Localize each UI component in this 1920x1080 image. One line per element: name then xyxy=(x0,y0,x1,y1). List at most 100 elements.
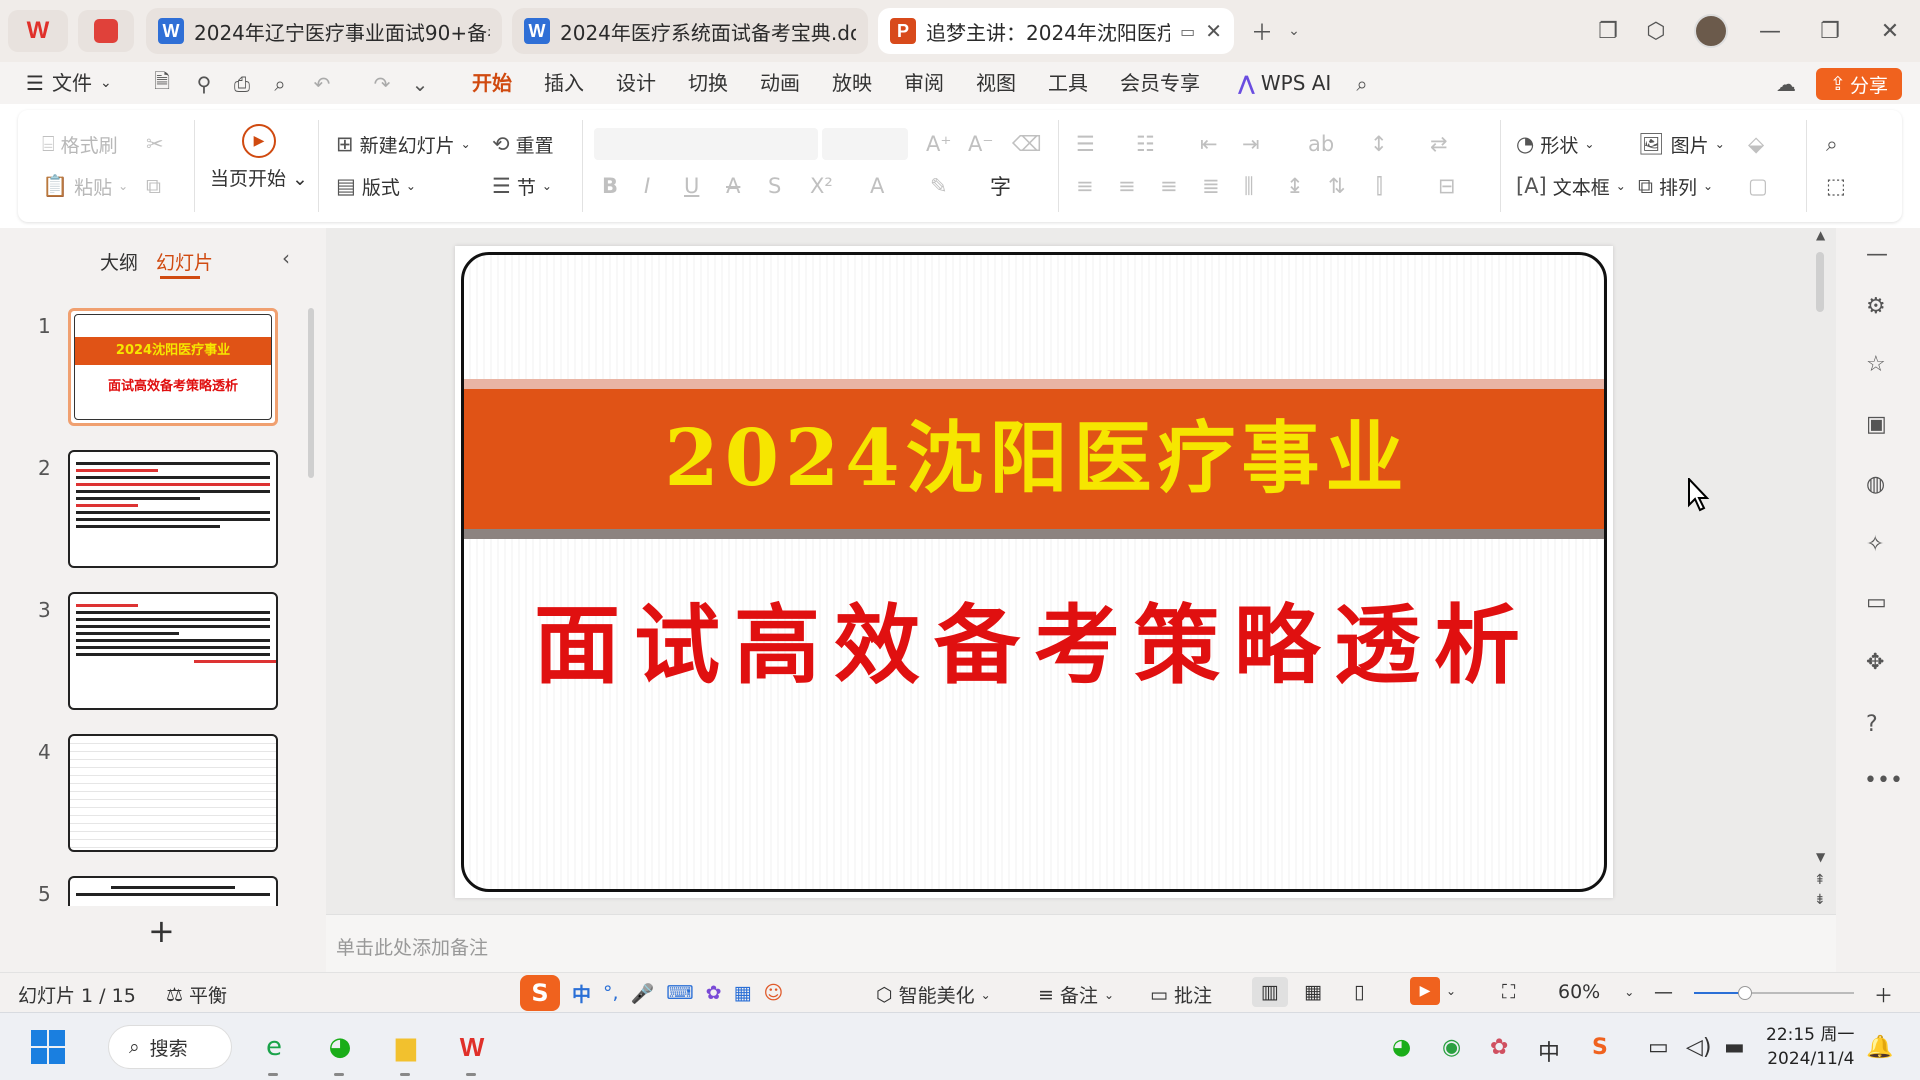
undo-icon[interactable]: ↶ xyxy=(308,70,336,98)
normal-view-icon[interactable]: ▥ xyxy=(1252,977,1288,1007)
save-icon[interactable]: 🗎 xyxy=(148,69,176,98)
zoom-in-icon[interactable]: ＋ xyxy=(1874,981,1893,1008)
text-box-align-icon[interactable]: ⊟ xyxy=(1438,170,1456,202)
close-window-icon[interactable]: ✕ xyxy=(1872,14,1908,48)
book-icon[interactable]: ▭ xyxy=(1866,590,1887,615)
menu-view[interactable]: 视图 xyxy=(976,68,1016,98)
find-icon[interactable]: ⌕ xyxy=(1826,128,1838,160)
next-slide-icon[interactable]: ⇟ xyxy=(1814,892,1826,908)
play-from-current-button[interactable]: ▶ 当页开始 ⌄ xyxy=(204,124,314,208)
network-icon[interactable]: ▭ xyxy=(1648,1035,1669,1060)
menu-slideshow[interactable]: 放映 xyxy=(832,68,872,98)
tab-list-chevron-icon[interactable]: ⌄ xyxy=(1276,14,1312,48)
justify-icon[interactable]: ≣ xyxy=(1202,170,1220,202)
puzzle-icon[interactable]: ✥ xyxy=(1866,650,1884,675)
menu-insert[interactable]: 插入 xyxy=(544,68,584,98)
slide-title[interactable]: 2024沈阳医疗事业 xyxy=(464,389,1604,529)
tab-outline[interactable]: 大纲 xyxy=(100,248,138,275)
wps-ai-menu[interactable]: ⋀ WPS AI xyxy=(1238,68,1331,98)
reading-view-icon[interactable]: ▯ xyxy=(1354,981,1364,1003)
wps-logo-icon[interactable]: W xyxy=(8,10,68,52)
tab-slides[interactable]: 幻灯片 xyxy=(156,248,213,275)
new-tab-icon[interactable]: ＋ xyxy=(1244,14,1280,48)
sorter-view-icon[interactable]: ▦ xyxy=(1304,981,1322,1003)
sort-icon[interactable]: ↕ xyxy=(1370,128,1388,160)
design-icon[interactable]: ◍ xyxy=(1866,472,1885,497)
fit-window-icon[interactable]: ⛶ xyxy=(1502,981,1515,1003)
zoom-slider[interactable] xyxy=(1694,986,1854,1000)
slide-subtitle[interactable]: 面试高效备考策略透析 xyxy=(464,575,1604,700)
cube-icon[interactable]: ⬡ xyxy=(1638,14,1674,48)
distribute-icon[interactable]: ⫼ xyxy=(1244,170,1254,202)
file-menu[interactable]: 文件 xyxy=(52,68,92,98)
tools-icon[interactable]: ✧ xyxy=(1866,532,1884,557)
collapse-sidebar-icon[interactable]: — xyxy=(1866,242,1888,267)
minimize-icon[interactable]: — xyxy=(1752,14,1788,48)
increase-indent-icon[interactable]: ⇥ xyxy=(1242,128,1260,160)
highlight-icon[interactable]: ✎ xyxy=(930,170,948,202)
layout-button[interactable]: ▤ 版式 ⌄ xyxy=(336,170,416,202)
slide-thumbnail-3[interactable] xyxy=(68,592,278,710)
menu-tools[interactable]: 工具 xyxy=(1048,68,1088,98)
menu-animation[interactable]: 动画 xyxy=(760,68,800,98)
notes-toggle[interactable]: ≡ 备注 ⌄ xyxy=(1038,981,1114,1008)
smart-beautify-button[interactable]: ⬡ 智能美化 ⌄ xyxy=(876,981,991,1008)
outline-icon[interactable]: ▢ xyxy=(1748,170,1768,202)
wps-taskbar-icon[interactable]: W xyxy=(452,1027,492,1067)
tray-app-icon[interactable]: ◉ xyxy=(1442,1035,1461,1060)
paste-button[interactable]: 📋 粘贴 ⌄ xyxy=(42,170,128,202)
battery-icon[interactable]: ▬ xyxy=(1724,1035,1745,1060)
clock[interactable]: 22:15 周一 2024/11/4 xyxy=(1766,1023,1854,1071)
copy-button[interactable]: ⧉ xyxy=(146,170,161,202)
menu-design[interactable]: 设计 xyxy=(616,68,656,98)
menu-transition[interactable]: 切换 xyxy=(688,68,728,98)
font-family-select[interactable] xyxy=(594,128,818,160)
tray-feather-icon[interactable]: ✿ xyxy=(1490,1035,1508,1060)
decrease-indent-icon[interactable]: ⇤ xyxy=(1200,128,1218,160)
prev-slide-icon[interactable]: ⇞ xyxy=(1814,872,1826,888)
slide-thumbnail-5[interactable] xyxy=(68,876,278,906)
notes-placeholder[interactable]: 单击此处添加备注 xyxy=(336,933,488,960)
wechat-icon[interactable]: ◕ xyxy=(320,1027,360,1067)
column-icon[interactable]: ⫿ xyxy=(1376,170,1383,202)
tab-doc-2[interactable]: W 2024年医疗系统面试备考宝典.doc xyxy=(512,8,868,54)
more-icon[interactable]: ••• xyxy=(1864,768,1903,793)
menu-member[interactable]: 会员专享 xyxy=(1120,68,1200,98)
strikethrough-icon[interactable]: A xyxy=(726,170,740,202)
redo-icon[interactable]: ↷ xyxy=(368,70,396,98)
zoom-select[interactable]: 60% ⌄ xyxy=(1558,981,1634,1003)
format-painter-button[interactable]: ⌸ 格式刷 xyxy=(42,128,118,160)
align-center-icon[interactable]: ≡ xyxy=(1118,170,1136,202)
textbox-button[interactable]: [A] 文本框 ⌄ xyxy=(1516,170,1626,202)
fill-icon[interactable]: ⬙ xyxy=(1748,128,1764,160)
align-right-icon[interactable]: ≡ xyxy=(1160,170,1178,202)
search-icon[interactable]: ⌕ xyxy=(1348,70,1376,98)
picture-button[interactable]: 🖼 图片 ⌄ xyxy=(1638,128,1725,160)
restore-icon[interactable]: ❐ xyxy=(1812,14,1848,48)
collapse-panel-icon[interactable]: ‹ xyxy=(282,246,290,270)
print-icon[interactable]: ⎙ xyxy=(228,70,256,98)
menu-start[interactable]: 开始 xyxy=(472,68,512,98)
zoom-slider-handle[interactable] xyxy=(1738,986,1752,1000)
slideshow-button[interactable]: ▶ ⌄ xyxy=(1410,977,1456,1005)
new-slide-button[interactable]: ⊞ 新建幻灯片 ⌄ xyxy=(336,128,471,160)
chat-icon[interactable]: ▣ xyxy=(1866,412,1887,437)
section-button[interactable]: ☰ 节 ⌄ xyxy=(492,170,552,202)
print-preview-icon[interactable]: ⌕ xyxy=(266,70,294,98)
tab-presentation-active[interactable]: P 追梦主讲：2024年沈阳医疗事 ▭ ✕ xyxy=(878,8,1234,54)
file-explorer-icon[interactable]: ▆ xyxy=(386,1027,426,1067)
user-avatar[interactable] xyxy=(1694,14,1728,48)
edge-browser-icon[interactable]: e xyxy=(254,1027,294,1067)
zoom-out-icon[interactable]: — xyxy=(1654,981,1673,1003)
menu-review[interactable]: 审阅 xyxy=(904,68,944,98)
reset-button[interactable]: ⟲ 重置 xyxy=(492,128,554,160)
volume-icon[interactable]: ◁) xyxy=(1686,1035,1712,1060)
font-size-select[interactable] xyxy=(822,128,908,160)
shadow-text-icon[interactable]: S xyxy=(768,170,781,202)
increase-font-icon[interactable]: A⁺ xyxy=(926,128,951,160)
ime-language[interactable]: 中 xyxy=(1538,1035,1560,1067)
slide-canvas[interactable]: 2024沈阳医疗事业 面试高效备考策略透析 xyxy=(455,246,1613,898)
text-direction-icon[interactable]: ab xyxy=(1308,128,1334,160)
windows-start-icon[interactable] xyxy=(28,1027,68,1067)
slide-thumbnail-4[interactable] xyxy=(68,734,278,852)
